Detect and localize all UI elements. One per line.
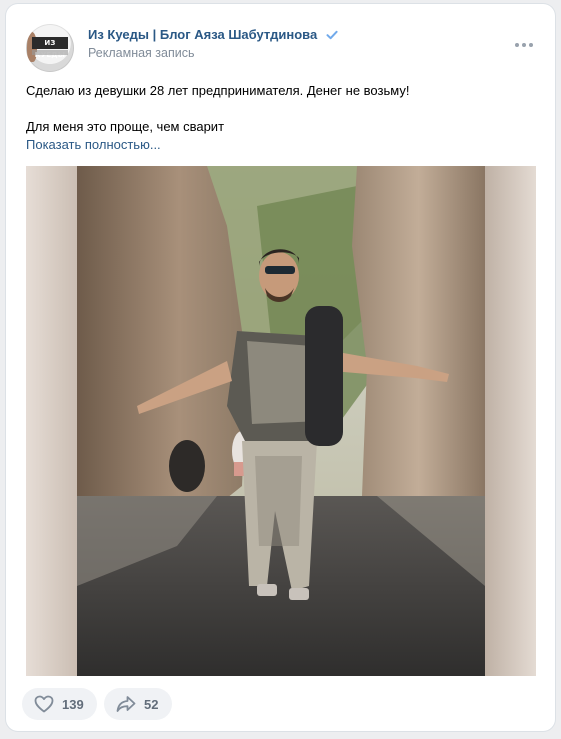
heart-icon <box>34 695 54 713</box>
like-button[interactable]: 139 <box>22 688 97 720</box>
group-title-row: Из Куеды | Блог Аяза Шабутдинова <box>88 26 338 44</box>
post-text-line: Для меня это проще, чем сварит <box>26 119 225 134</box>
photo-blur-right <box>485 166 536 676</box>
more-dots-icon[interactable] <box>515 34 535 54</box>
share-arrow-icon <box>116 695 136 713</box>
group-name-link[interactable]: Из Куеды | Блог Аяза Шабутдинова <box>88 27 317 42</box>
photo-scene <box>77 166 485 676</box>
post-card: ИЗ КУЕДЫ Из Куеды | Блог Аяза Шабутдинов… <box>6 4 555 731</box>
avatar-logo-text: ИЗ КУЕДЫ <box>32 37 68 59</box>
share-count: 52 <box>144 696 159 712</box>
post-text: Сделаю из девушки 28 лет предпринимателя… <box>26 82 535 154</box>
group-avatar[interactable]: ИЗ КУЕДЫ <box>26 24 74 72</box>
show-more-link[interactable]: Показать полностью... <box>26 136 535 154</box>
like-count: 139 <box>62 696 84 712</box>
share-button[interactable]: 52 <box>104 688 172 720</box>
post-header: ИЗ КУЕДЫ Из Куеды | Блог Аяза Шабутдинов… <box>26 24 535 72</box>
photo-blur-left <box>26 166 77 676</box>
post-text-line: Сделаю из девушки 28 лет предпринимателя… <box>26 83 410 98</box>
post-photo[interactable] <box>26 166 536 676</box>
verified-check-icon <box>326 28 338 46</box>
ad-label: Рекламная запись <box>88 46 195 60</box>
avatar-logo-subline <box>32 50 68 55</box>
